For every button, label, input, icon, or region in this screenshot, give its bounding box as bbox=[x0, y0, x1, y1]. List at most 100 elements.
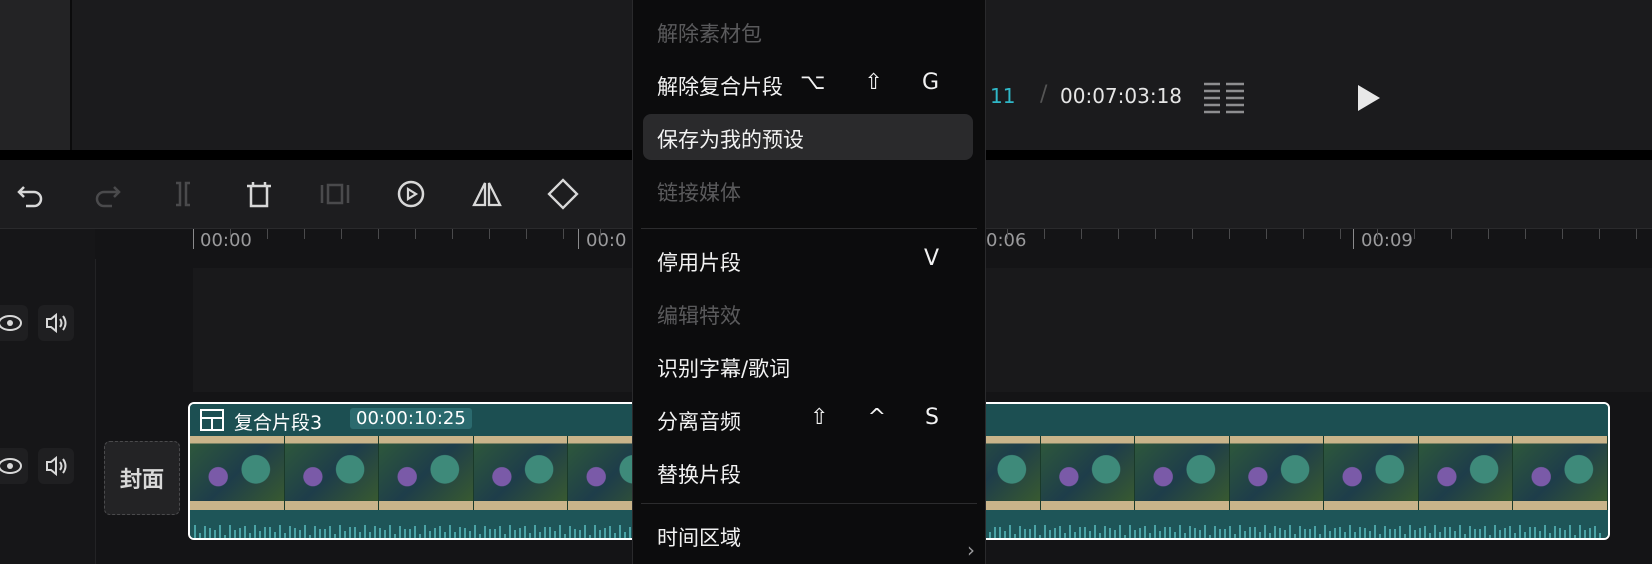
waveform-bar bbox=[1339, 526, 1341, 538]
menu-item-uncompound[interactable]: 解除复合片段 ⌥ ⇧ G bbox=[643, 61, 973, 107]
waveform-bar bbox=[1354, 532, 1356, 538]
waveform-bar bbox=[1054, 528, 1056, 538]
menu-item-disable-clip[interactable]: 停用片段 V bbox=[643, 237, 973, 283]
main-track-visibility-toggle[interactable] bbox=[0, 448, 28, 484]
waveform-bar bbox=[1044, 525, 1046, 538]
waveform-bar bbox=[244, 525, 246, 538]
waveform-bar bbox=[1239, 525, 1241, 538]
waveform-bar bbox=[354, 526, 356, 538]
freeze-button[interactable] bbox=[318, 177, 352, 211]
ruler-minor-tick bbox=[1340, 229, 1341, 239]
waveform-bar bbox=[1599, 533, 1601, 538]
clip-thumbnail bbox=[1040, 436, 1136, 510]
eye-icon bbox=[0, 458, 22, 474]
waveform-bar bbox=[269, 526, 271, 538]
menu-item-edit-effects[interactable]: 编辑特效 bbox=[643, 290, 973, 336]
waveform-bar bbox=[1089, 531, 1091, 538]
waveform-bar bbox=[1049, 529, 1051, 538]
mirror-icon bbox=[472, 182, 502, 207]
waveform-bar bbox=[364, 525, 366, 538]
waveform-bar bbox=[1529, 526, 1531, 538]
menu-item-separate-audio[interactable]: 分离音频 ⇧ ^ S bbox=[643, 396, 973, 442]
waveform-bar bbox=[224, 534, 226, 538]
main-track-audio-toggle[interactable] bbox=[38, 448, 74, 484]
waveform-bar bbox=[1304, 529, 1306, 538]
waveform-bar bbox=[1259, 531, 1261, 538]
ruler-minor-tick bbox=[452, 229, 453, 239]
menu-item-link-media[interactable]: 链接媒体 bbox=[643, 167, 973, 213]
waveform-bar bbox=[1434, 525, 1436, 538]
menu-item-recognize-subtitles[interactable]: 识别字幕/歌词 bbox=[643, 343, 973, 389]
delete-button[interactable] bbox=[242, 177, 276, 211]
waveform-bar bbox=[519, 527, 521, 538]
ruler-minor-tick bbox=[1229, 229, 1230, 239]
waveform-bar bbox=[1069, 525, 1071, 538]
undo-button[interactable] bbox=[14, 177, 48, 211]
waveform-bar bbox=[399, 525, 401, 538]
ruler-minor-tick bbox=[563, 229, 564, 239]
cover-button[interactable]: 封面 bbox=[104, 441, 180, 515]
track-audio-toggle[interactable] bbox=[38, 305, 74, 341]
waveform-bar bbox=[1119, 525, 1121, 538]
waveform-bar bbox=[539, 531, 541, 538]
waveform-bar bbox=[1564, 529, 1566, 538]
menu-item-time-region[interactable]: 时间区域 bbox=[643, 512, 973, 558]
waveform-bar bbox=[589, 534, 591, 538]
waveform-bar bbox=[419, 534, 421, 538]
waveform-bar bbox=[379, 527, 381, 538]
waveform-bar bbox=[1359, 526, 1361, 538]
waveform-bar bbox=[204, 526, 206, 538]
rotate-button[interactable] bbox=[546, 177, 580, 211]
mirror-button[interactable] bbox=[470, 177, 504, 211]
waveform-bar bbox=[1574, 535, 1576, 538]
waveform-bar bbox=[359, 532, 361, 538]
ruler-minor-tick bbox=[1118, 229, 1119, 239]
menu-item-replace-clip[interactable]: 替换片段 bbox=[643, 449, 973, 495]
ruler-minor-tick bbox=[1636, 229, 1637, 239]
waveform-bar bbox=[529, 532, 531, 538]
waveform-bar bbox=[234, 529, 236, 538]
waveform-bar bbox=[569, 525, 571, 538]
waveform-bar bbox=[349, 527, 351, 538]
waveform-bar bbox=[1109, 528, 1111, 538]
menu-item-label: 识别字幕/歌词 bbox=[657, 357, 791, 381]
ruler-minor-tick bbox=[1414, 229, 1415, 239]
clip-thumbnail bbox=[1513, 436, 1608, 510]
waveform-bar bbox=[1569, 525, 1571, 538]
waveform-bar bbox=[1024, 528, 1026, 538]
waveform-bar bbox=[1299, 525, 1301, 538]
waveform-bar bbox=[1074, 531, 1076, 538]
waveform-bar bbox=[434, 527, 436, 538]
ruler-minor-tick bbox=[1007, 229, 1008, 239]
clip-thumbnail bbox=[1418, 436, 1514, 510]
waveform-bar bbox=[1199, 530, 1201, 538]
track-visibility-toggle[interactable] bbox=[0, 305, 28, 341]
waveform-bar bbox=[1204, 525, 1206, 538]
waveform-bar bbox=[619, 525, 621, 538]
waveform-bar bbox=[344, 530, 346, 538]
play-button[interactable] bbox=[1354, 82, 1384, 114]
waveform-bar bbox=[1524, 531, 1526, 538]
waveform-bar bbox=[1419, 527, 1421, 538]
split-button[interactable] bbox=[166, 177, 200, 211]
waveform-bar bbox=[259, 531, 261, 538]
waveform-bar bbox=[1559, 528, 1561, 538]
waveform-bar bbox=[264, 527, 266, 538]
waveform-bar bbox=[1584, 529, 1586, 538]
ruler-label: 00:09 bbox=[1361, 230, 1413, 251]
redo-button[interactable] bbox=[90, 177, 124, 211]
menu-item-save-preset[interactable]: 保存为我的预设 bbox=[643, 114, 973, 160]
waveform-bar bbox=[564, 533, 566, 538]
redo-icon bbox=[95, 186, 121, 208]
ratio-grid-icon[interactable] bbox=[1202, 80, 1246, 116]
menu-item-label: 停用片段 bbox=[657, 251, 741, 275]
time-separator: / bbox=[1040, 82, 1048, 107]
menu-item-label: 解除复合片段 bbox=[657, 75, 783, 99]
menu-item-unpack-material[interactable]: 解除素材包 bbox=[643, 8, 973, 54]
waveform-bar bbox=[1169, 526, 1171, 538]
reverse-button[interactable] bbox=[394, 177, 428, 211]
waveform-bar bbox=[1159, 531, 1161, 538]
waveform-bar bbox=[1234, 533, 1236, 538]
current-time: 11 bbox=[990, 84, 1016, 108]
clip-name: 复合片段3 bbox=[234, 412, 323, 434]
